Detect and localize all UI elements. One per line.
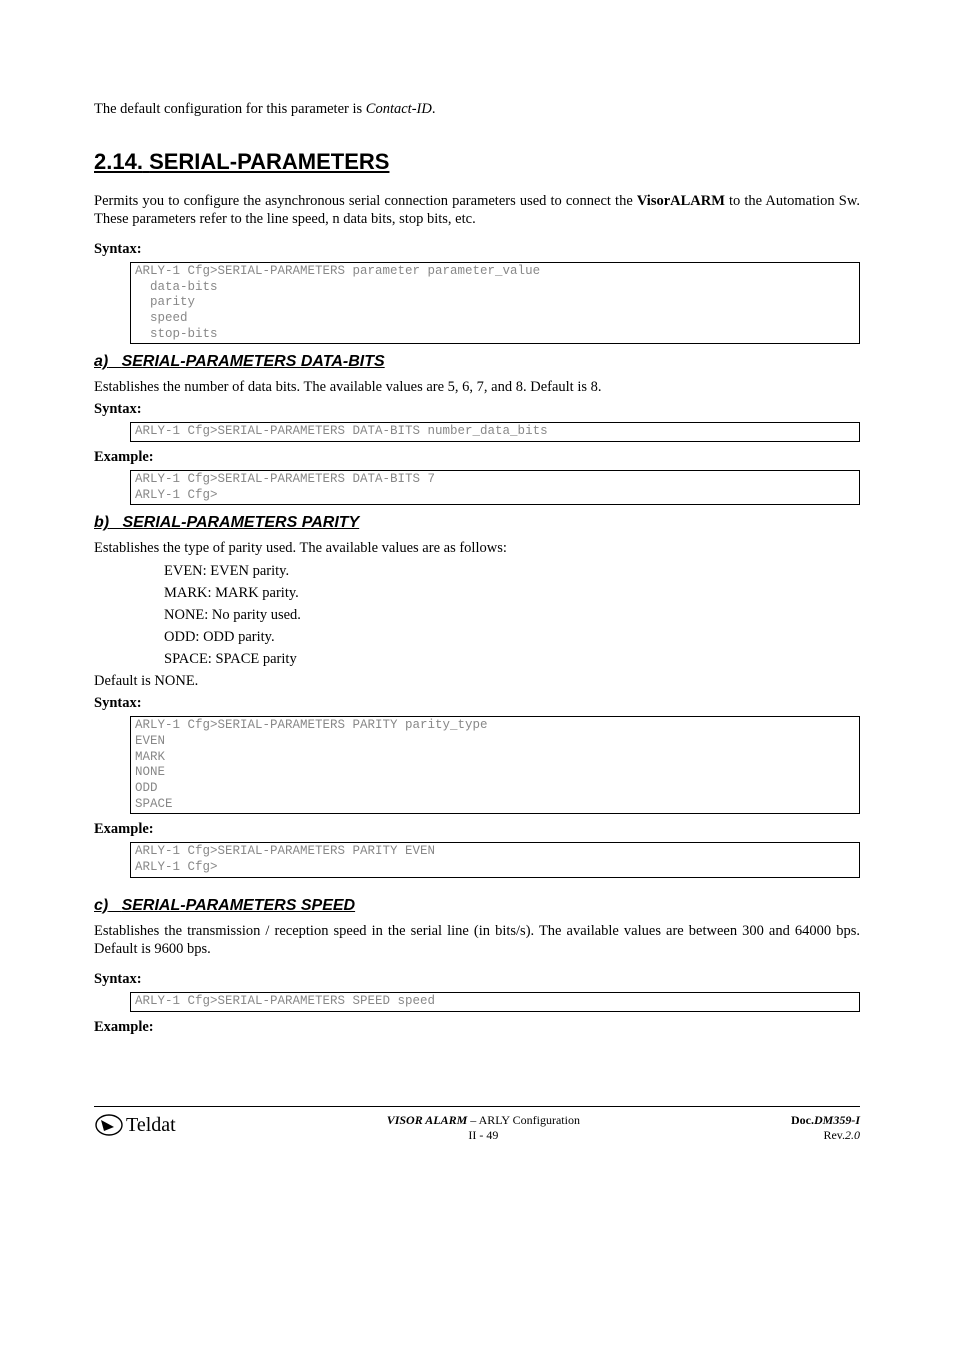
footer-logo-text: Teldat xyxy=(126,1113,176,1138)
parity-option-none: NONE: No parity used. xyxy=(164,606,860,624)
parity-option-list: EVEN: EVEN parity. MARK: MARK parity. NO… xyxy=(164,562,860,669)
subsection-a-heading: a) SERIAL-PARAMETERS DATA-BITS xyxy=(94,352,860,372)
subsection-a-letter: a) xyxy=(94,353,108,370)
section-number: 2.14. xyxy=(94,149,143,174)
page-footer: Teldat VISOR ALARM – ARLY Configuration … xyxy=(94,1106,860,1143)
syntax-label: Syntax: xyxy=(94,240,860,258)
section-heading: 2.14. SERIAL-PARAMETERS xyxy=(94,148,860,176)
subsection-b-letter: b) xyxy=(94,514,109,531)
parity-option-space: SPACE: SPACE parity xyxy=(164,650,860,668)
intro-text-post: . xyxy=(432,101,436,117)
subsection-c-title: SERIAL-PARAMETERS SPEED xyxy=(122,897,356,914)
subsection-a-title: SERIAL-PARAMETERS DATA-BITS xyxy=(122,353,385,370)
syntax-code-block: ARLY-1 Cfg>SERIAL-PARAMETERS parameter p… xyxy=(130,262,860,344)
section-title: SERIAL-PARAMETERS xyxy=(149,149,389,174)
subsection-b-example-label: Example: xyxy=(94,820,860,838)
subsection-a-example-label: Example: xyxy=(94,448,860,466)
teldat-logo-icon xyxy=(94,1113,124,1137)
footer-doc-label: Doc. xyxy=(791,1113,814,1127)
subsection-b-default: Default is NONE. xyxy=(94,672,860,690)
footer-rev-value: 2.0 xyxy=(845,1128,860,1142)
footer-title-rest: – ARLY Configuration xyxy=(467,1113,580,1127)
subsection-a-desc: Establishes the number of data bits. The… xyxy=(94,378,860,396)
section-desc-pre: Permits you to configure the asynchronou… xyxy=(94,193,637,209)
subsection-c-syntax-code: ARLY-1 Cfg>SERIAL-PARAMETERS SPEED speed xyxy=(130,992,860,1012)
subsection-c-heading: c) SERIAL-PARAMETERS SPEED xyxy=(94,896,860,916)
subsection-b-syntax-code: ARLY-1 Cfg>SERIAL-PARAMETERS PARITY pari… xyxy=(130,716,860,814)
section-description: Permits you to configure the asynchronou… xyxy=(94,192,860,228)
footer-page-number: II - 49 xyxy=(176,1128,791,1143)
subsection-c-desc: Establishes the transmission / reception… xyxy=(94,922,860,958)
intro-paragraph: The default configuration for this param… xyxy=(94,100,860,118)
intro-text-em: Contact-ID xyxy=(366,101,432,117)
footer-right: Doc.DM359-I Rev.2.0 xyxy=(791,1113,860,1143)
footer-logo: Teldat xyxy=(94,1113,176,1138)
intro-text-pre: The default configuration for this param… xyxy=(94,101,366,117)
subsection-c-letter: c) xyxy=(94,897,108,914)
subsection-b-example-code: ARLY-1 Cfg>SERIAL-PARAMETERS PARITY EVEN… xyxy=(130,842,860,877)
subsection-a-syntax-label: Syntax: xyxy=(94,400,860,418)
footer-doc-value: DM359-I xyxy=(814,1113,860,1127)
subsection-a-syntax-code: ARLY-1 Cfg>SERIAL-PARAMETERS DATA-BITS n… xyxy=(130,422,860,442)
subsection-b-desc: Establishes the type of parity used. The… xyxy=(94,539,860,557)
section-desc-bold: VisorALARM xyxy=(637,193,725,209)
footer-center: VISOR ALARM – ARLY Configuration II - 49 xyxy=(176,1113,791,1143)
subsection-c-syntax-label: Syntax: xyxy=(94,970,860,988)
parity-option-even: EVEN: EVEN parity. xyxy=(164,562,860,580)
footer-title-italic: VISOR ALARM xyxy=(387,1113,468,1127)
subsection-a-example-code: ARLY-1 Cfg>SERIAL-PARAMETERS DATA-BITS 7… xyxy=(130,470,860,505)
subsection-c-example-label: Example: xyxy=(94,1018,860,1036)
subsection-b-title: SERIAL-PARAMETERS PARITY xyxy=(122,514,359,531)
parity-option-mark: MARK: MARK parity. xyxy=(164,584,860,602)
subsection-b-heading: b) SERIAL-PARAMETERS PARITY xyxy=(94,513,860,533)
parity-option-odd: ODD: ODD parity. xyxy=(164,628,860,646)
subsection-b-syntax-label: Syntax: xyxy=(94,694,860,712)
footer-rev-label: Rev. xyxy=(823,1128,845,1142)
